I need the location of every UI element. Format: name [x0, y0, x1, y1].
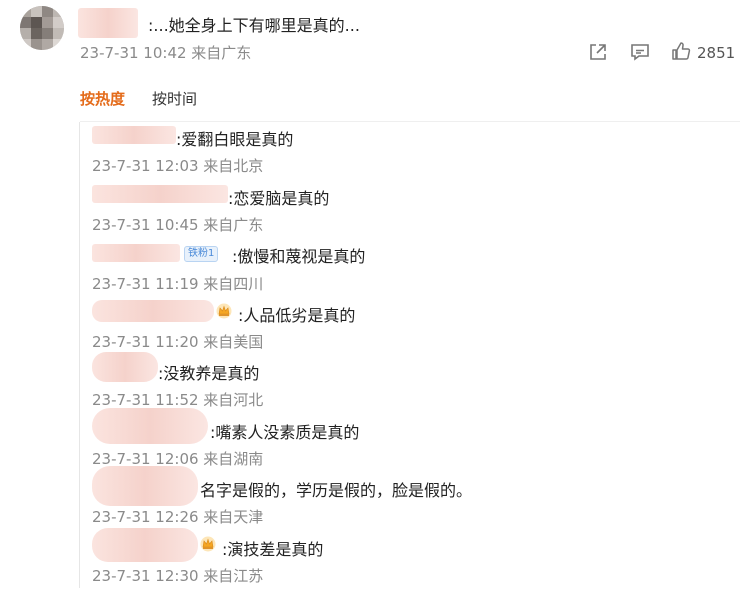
thumbs-up-icon	[671, 41, 691, 65]
reply-text: :演技差是真的	[222, 540, 324, 559]
crown-icon	[216, 303, 232, 323]
like-button[interactable]: 2851	[671, 41, 735, 65]
reply-meta: 23-7-31 12:26 来自天津	[92, 508, 264, 526]
share-icon[interactable]	[588, 42, 608, 66]
reply-username-redacted[interactable]	[92, 528, 198, 562]
reply-username-redacted[interactable]	[92, 352, 158, 382]
avatar[interactable]	[20, 6, 64, 50]
reply-text: :嘴素人没素质是真的	[210, 423, 360, 442]
post-meta: 23-7-31 10:42 来自广东	[80, 44, 252, 62]
reply-thread-line	[79, 122, 80, 588]
reply-meta: 23-7-31 11:19 来自四川	[92, 275, 264, 293]
reply-text: :爱翻白眼是真的	[176, 130, 294, 149]
comment-icon[interactable]	[630, 42, 650, 66]
tab-time[interactable]: 按时间	[152, 88, 197, 109]
post-text: :...她全身上下有哪里是真的...	[148, 16, 360, 35]
fan-badge[interactable]: 铁粉1	[184, 246, 219, 262]
crown-icon	[200, 536, 216, 556]
reply-username-redacted[interactable]	[92, 300, 214, 322]
reply-text: :没教养是真的	[158, 364, 260, 383]
reply-username-redacted[interactable]	[92, 466, 198, 506]
username-redacted[interactable]	[78, 8, 138, 38]
reply-text: :恋爱脑是真的	[228, 189, 330, 208]
reply-meta: 23-7-31 11:52 来自河北	[92, 391, 264, 409]
reply-meta: 23-7-31 12:30 来自江苏	[92, 567, 264, 585]
reply-meta: 23-7-31 12:03 来自北京	[92, 157, 264, 175]
reply-username-redacted[interactable]	[92, 185, 228, 203]
reply-text: 名字是假的，学历是假的，脸是假的。	[200, 481, 473, 500]
divider	[80, 121, 740, 122]
reply-username-redacted[interactable]	[92, 126, 176, 144]
reply-username-redacted[interactable]	[92, 244, 180, 262]
reply-text: :傲慢和蔑视是真的	[232, 247, 366, 266]
reply-meta: 23-7-31 11:20 来自美国	[92, 333, 264, 351]
reply-username-redacted[interactable]	[92, 408, 208, 444]
reply-meta: 23-7-31 10:45 来自广东	[92, 216, 264, 234]
like-count: 2851	[697, 44, 736, 62]
reply-text: :人品低劣是真的	[238, 306, 356, 325]
tab-hot[interactable]: 按热度	[80, 88, 125, 109]
